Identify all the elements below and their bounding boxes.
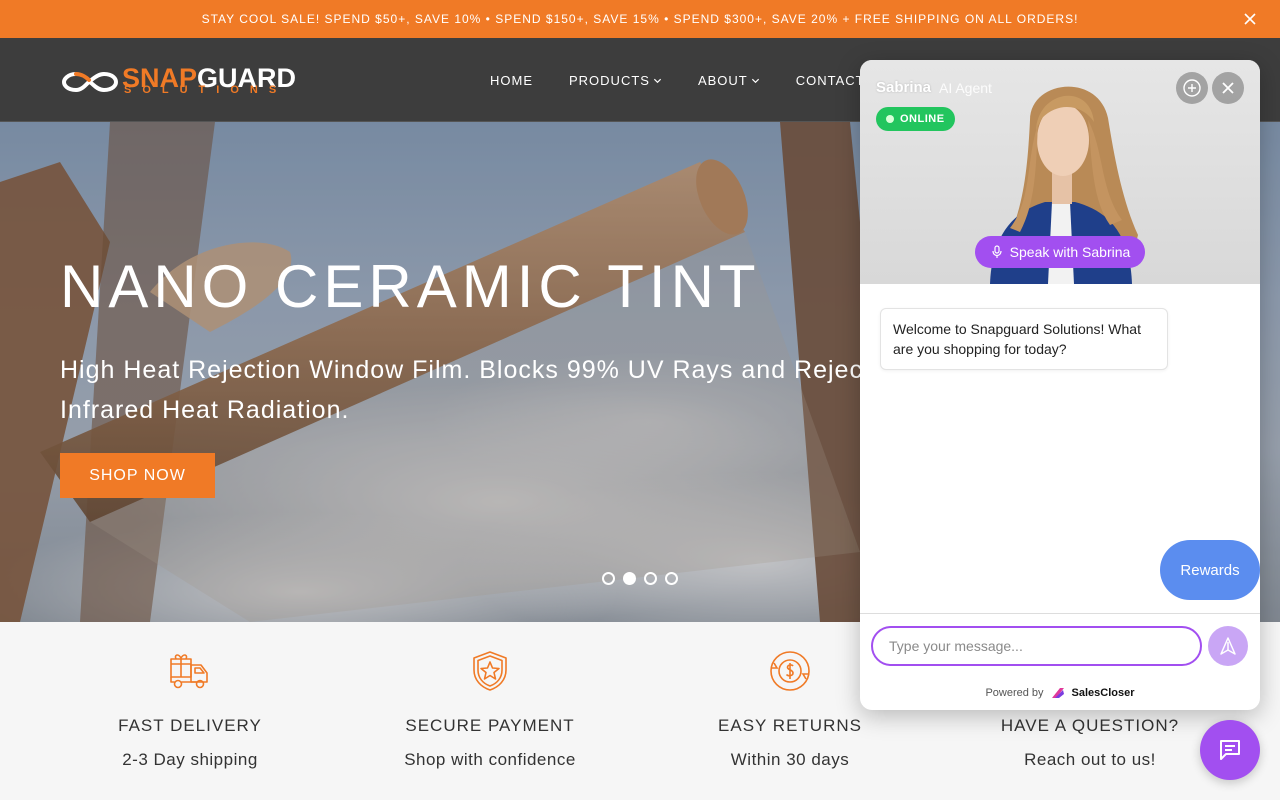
online-status-badge: ONLINE bbox=[876, 107, 955, 131]
chat-launcher-button[interactable] bbox=[1200, 720, 1260, 780]
chat-agent-header: Sabrina AI Agent ONLINE Speak with Sabri… bbox=[860, 60, 1260, 284]
hero-subtitle-line-1: High Heat Rejection Window Film. Blocks … bbox=[60, 356, 880, 384]
feature-desc: Shop with confidence bbox=[404, 750, 576, 769]
feature-desc: 2-3 Day shipping bbox=[122, 750, 258, 769]
infinity-logo-icon bbox=[61, 71, 119, 93]
main-nav: HOME PRODUCTS ABOUT CONTACT bbox=[490, 38, 865, 122]
announcement-bar: STAY COOL SALE! SPEND $50+, SAVE 10% • S… bbox=[0, 0, 1280, 38]
delivery-truck-icon bbox=[170, 654, 208, 689]
hero-title: NANO CERAMIC TINT bbox=[60, 253, 761, 320]
close-icon[interactable] bbox=[1242, 11, 1258, 27]
microphone-icon bbox=[992, 245, 1002, 258]
speak-label: Speak with Sabrina bbox=[1009, 244, 1131, 260]
agent-role: AI Agent bbox=[939, 80, 992, 96]
logo[interactable]: SNAPGUARD SOLUTIONS bbox=[60, 64, 300, 98]
close-icon bbox=[1222, 82, 1234, 94]
feature-title: SECURE PAYMENT bbox=[405, 716, 575, 735]
carousel-dots bbox=[602, 572, 678, 585]
carousel-dot-2[interactable] bbox=[623, 572, 636, 585]
nav-contact-label: CONTACT bbox=[795, 72, 865, 88]
agent-name: Sabrina bbox=[876, 79, 932, 96]
money-return-icon bbox=[770, 651, 810, 691]
chat-message-input[interactable] bbox=[871, 626, 1202, 666]
chevron-down-icon bbox=[751, 78, 759, 83]
rewards-button[interactable]: Rewards bbox=[1160, 540, 1260, 600]
powered-by-brand[interactable]: SalesCloser bbox=[1072, 687, 1135, 699]
nav-about[interactable]: ABOUT bbox=[698, 73, 760, 88]
shield-star-icon bbox=[473, 651, 507, 691]
salescloser-logo-icon bbox=[1051, 688, 1064, 698]
feature-title: HAVE A QUESTION? bbox=[1000, 716, 1180, 735]
plus-chat-icon bbox=[1183, 79, 1201, 97]
chevron-down-icon bbox=[653, 78, 662, 83]
feature-title: FAST DELIVERY bbox=[118, 716, 262, 735]
hero-subtitle-line-2: Infrared Heat Radiation. bbox=[60, 396, 350, 424]
feature-desc[interactable]: Reach out to us! bbox=[940, 750, 1240, 770]
speak-with-agent-button[interactable]: Speak with Sabrina bbox=[975, 236, 1145, 268]
powered-by-label: Powered by bbox=[985, 687, 1044, 699]
feature-desc: Within 30 days bbox=[730, 750, 850, 769]
chat-widget: Sabrina AI Agent ONLINE Speak with Sabri… bbox=[860, 60, 1260, 710]
powered-by: Powered by SalesCloser bbox=[860, 686, 1260, 700]
nav-products-label: PRODUCTS bbox=[569, 72, 650, 88]
feature-title: EASY RETURNS bbox=[718, 716, 862, 735]
new-chat-button[interactable] bbox=[1176, 72, 1208, 104]
hero-subtitle: High Heat Rejection Window Film. Blocks … bbox=[60, 350, 880, 430]
nav-home-label: HOME bbox=[490, 72, 533, 88]
nav-about-label: ABOUT bbox=[697, 72, 748, 88]
send-button[interactable] bbox=[1208, 626, 1248, 666]
chat-bubble-icon bbox=[1220, 740, 1240, 760]
carousel-dot-4[interactable] bbox=[665, 572, 678, 585]
agent-message: Welcome to Snapguard Solutions! What are… bbox=[880, 308, 1168, 370]
shop-now-button[interactable]: SHOP NOW bbox=[60, 453, 215, 498]
announcement-text: STAY COOL SALE! SPEND $50+, SAVE 10% • S… bbox=[201, 12, 1079, 26]
send-icon bbox=[1220, 637, 1236, 655]
nav-products[interactable]: PRODUCTS bbox=[569, 73, 662, 88]
nav-home[interactable]: HOME bbox=[490, 73, 533, 88]
close-chat-button[interactable] bbox=[1212, 72, 1244, 104]
nav-contact[interactable]: CONTACT bbox=[796, 73, 865, 88]
chat-divider bbox=[860, 613, 1260, 614]
carousel-dot-1[interactable] bbox=[602, 572, 615, 585]
carousel-dot-3[interactable] bbox=[644, 572, 657, 585]
logo-subtitle: SOLUTIONS bbox=[124, 84, 288, 96]
